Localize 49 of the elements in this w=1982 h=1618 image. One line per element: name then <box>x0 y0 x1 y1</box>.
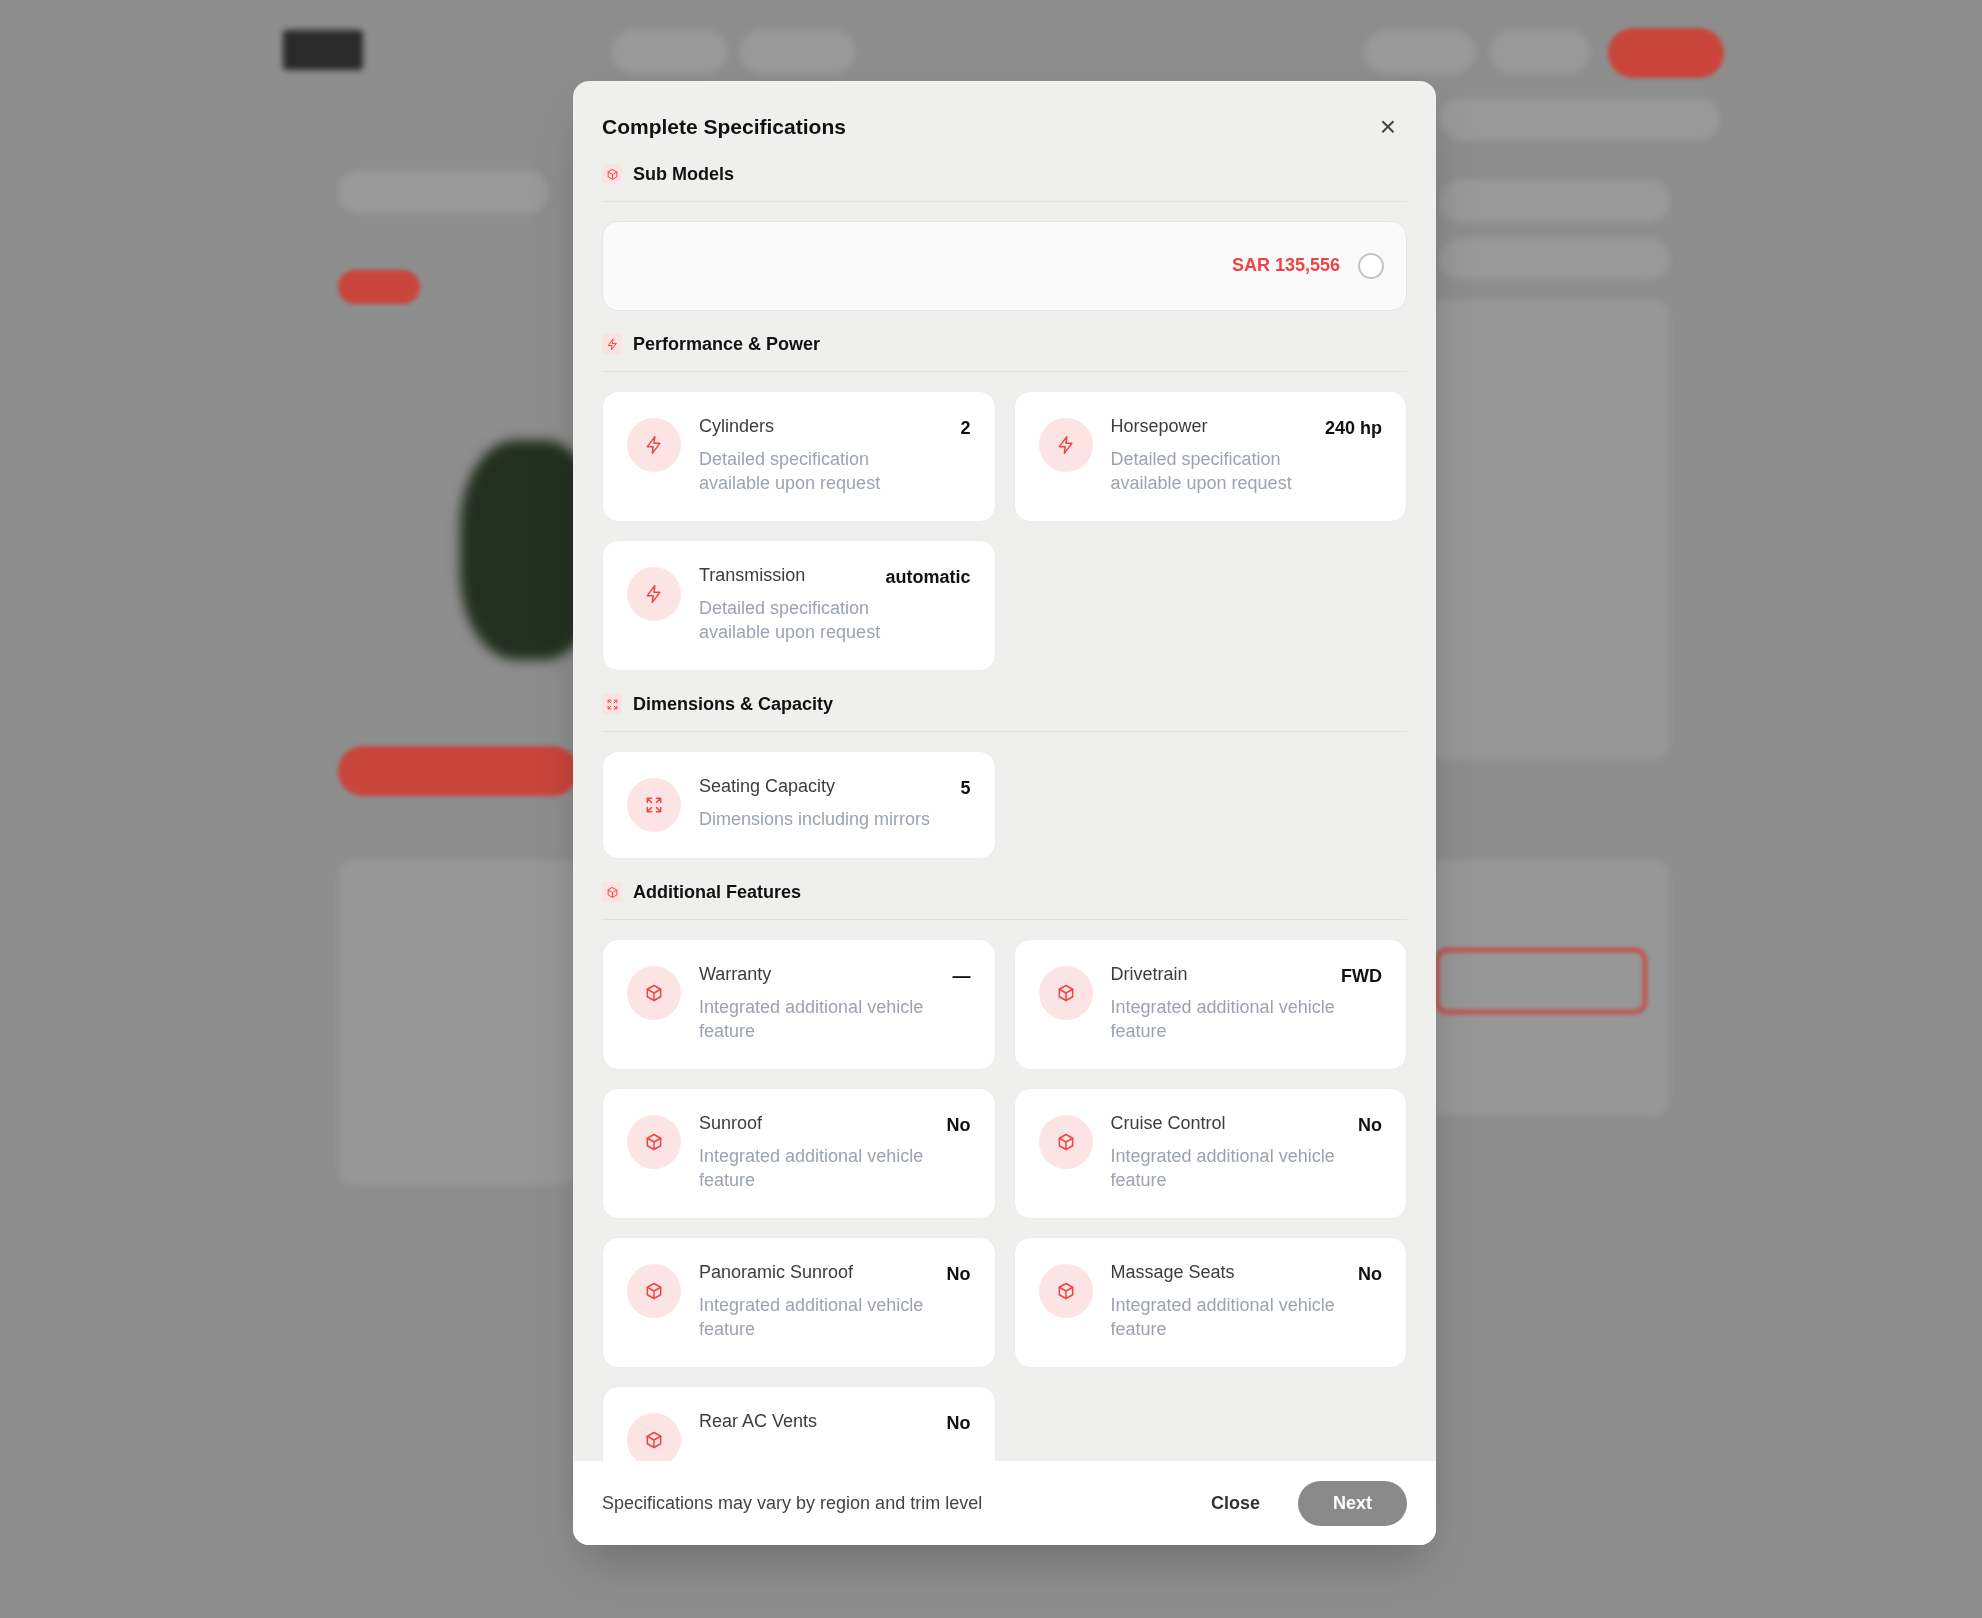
spec-description: Integrated additional vehicle feature <box>1110 1144 1336 1192</box>
spec-label: Seating Capacity <box>699 774 836 798</box>
spec-label: Cruise Control <box>1110 1111 1226 1135</box>
spec-description: Detailed specification available upon request <box>699 447 882 495</box>
spec-value: 240 hp <box>1324 416 1382 440</box>
spec-value: 5 <box>960 776 971 800</box>
spec-value: automatic <box>885 565 971 589</box>
close-text-button[interactable]: Close <box>1192 1480 1278 1526</box>
spec-label: Massage Seats <box>1110 1260 1235 1284</box>
spec-value: No <box>946 1411 971 1435</box>
submodel-card[interactable]: SAR 135,556 <box>602 220 1407 311</box>
spec-description: Integrated additional vehicle feature <box>699 1144 925 1192</box>
spec-description: Integrated additional vehicle feature <box>699 995 925 1043</box>
cube-icon <box>644 1429 664 1450</box>
bolt-icon <box>644 434 664 455</box>
spec-label: Horsepower <box>1110 414 1208 438</box>
spec-label: Panoramic Sunroof <box>699 1260 854 1284</box>
spec-description: Integrated additional vehicle feature <box>699 1293 925 1341</box>
section-heading: Sub Models <box>633 162 734 186</box>
radio-button[interactable] <box>1358 252 1384 279</box>
spec-value: 2 <box>960 416 971 440</box>
spec-value: No <box>1358 1262 1382 1286</box>
section-heading: Performance & Power <box>633 332 821 356</box>
dialog-title: Complete Specifications <box>602 114 846 140</box>
section-heading: Additional Features <box>633 880 802 904</box>
bolt-icon <box>644 583 664 604</box>
spec-label: Warranty <box>699 962 772 986</box>
spec-description: Integrated additional vehicle feature <box>1110 995 1336 1043</box>
spec-value: FWD <box>1341 964 1382 988</box>
spec-value: No <box>946 1262 971 1286</box>
price: SAR 135,556 <box>1231 254 1340 277</box>
footer-note: Specifications may vary by region and trim level <box>602 1491 983 1515</box>
cube-icon <box>644 1131 664 1152</box>
spec-description: Dimensions including mirrors <box>699 807 932 831</box>
spec-label: Sunroof <box>699 1111 763 1135</box>
spec-label: Cylinders <box>699 414 775 438</box>
spec-label: Rear AC Vents <box>699 1409 818 1433</box>
spec-description: Detailed specification available upon request <box>699 596 882 644</box>
spec-label: Drivetrain <box>1110 962 1188 986</box>
spec-value: No <box>946 1113 971 1137</box>
spec-value: No <box>1358 1113 1382 1137</box>
spec-value: — <box>952 964 971 988</box>
cube-icon <box>644 1280 664 1301</box>
spec-label: Transmission <box>699 563 806 587</box>
spec-description: Detailed specification available upon request <box>1110 447 1293 495</box>
spec-description: Integrated additional vehicle feature <box>1110 1293 1336 1341</box>
section-heading: Dimensions & Capacity <box>633 692 834 716</box>
cube-icon <box>644 982 664 1003</box>
close-button[interactable]: × <box>1376 114 1400 139</box>
